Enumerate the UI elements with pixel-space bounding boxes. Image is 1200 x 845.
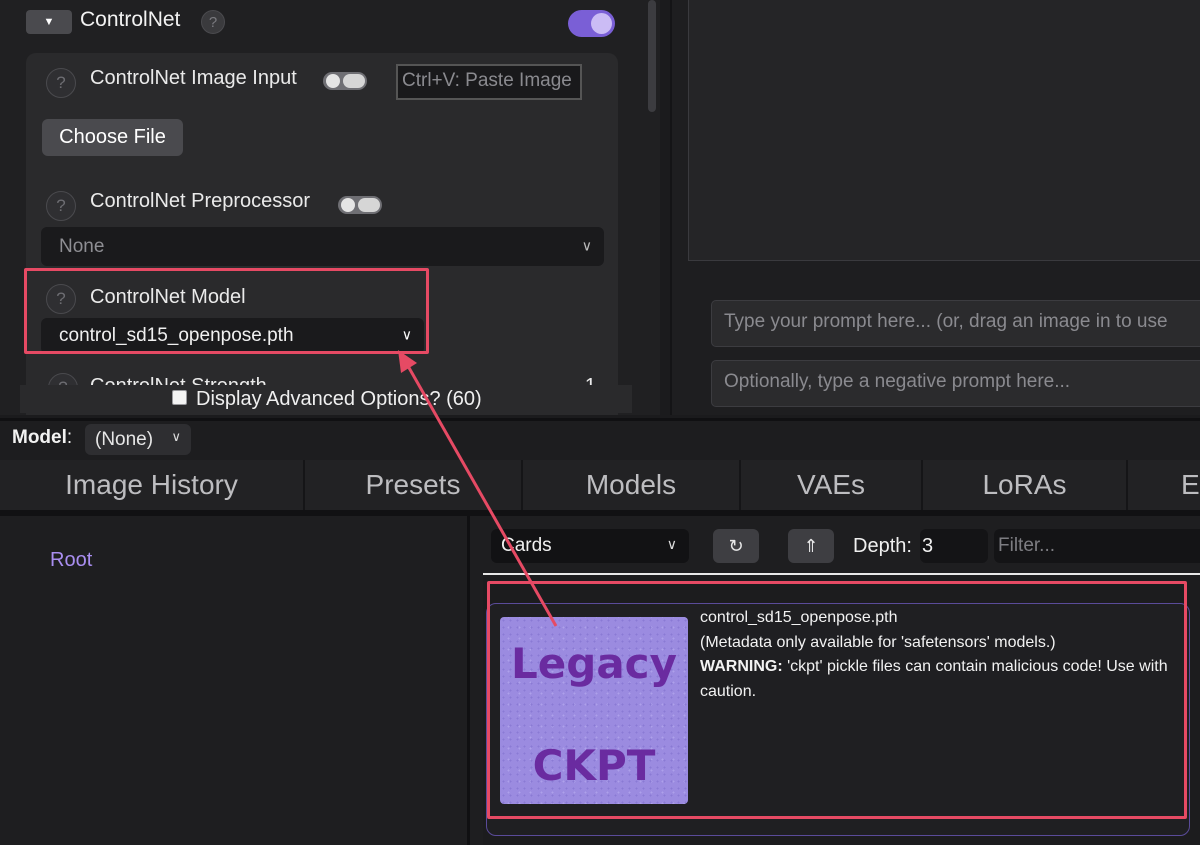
view-mode-select[interactable]: Cards ∨ <box>491 529 689 563</box>
model-label: Model: <box>12 427 73 448</box>
preprocessor-select[interactable]: None ∨ <box>41 227 604 266</box>
preprocessor-toggle[interactable] <box>338 196 382 214</box>
preprocessor-value: None <box>59 235 105 257</box>
tree-root-item[interactable]: Root <box>50 549 92 572</box>
depth-input[interactable]: 3 <box>920 529 988 563</box>
image-input-toggle[interactable] <box>323 72 367 90</box>
refresh-icon: ↻ <box>728 535 744 556</box>
preprocessor-help-icon[interactable]: ? <box>46 191 76 221</box>
model-select[interactable]: (None) ∨ <box>85 424 191 455</box>
chevron-down-icon: ∨ <box>581 237 592 254</box>
image-input-label: ControlNet Image Input <box>90 67 297 89</box>
tab-embeddings[interactable]: E <box>1128 460 1200 510</box>
highlight-box-controlnet-model <box>24 268 429 354</box>
chevron-down-icon: ▼ <box>43 16 55 28</box>
panel-scrollbar[interactable] <box>648 0 656 112</box>
tab-image-history[interactable]: Image History <box>0 460 305 510</box>
advanced-options-checkbox[interactable] <box>172 390 187 405</box>
section-title: ControlNet <box>80 8 181 31</box>
view-mode-value: Cards <box>501 535 552 556</box>
depth-label: Depth: <box>853 535 912 557</box>
advanced-options-label[interactable]: Display Advanced Options? (60) <box>196 388 482 411</box>
image-preview <box>688 0 1200 261</box>
positive-prompt-input[interactable]: Type your prompt here... (or, drag an im… <box>711 300 1200 347</box>
strength-help-icon[interactable]: ? <box>48 373 78 385</box>
chevron-down-icon: ∨ <box>171 429 181 444</box>
strength-value: 1 <box>585 375 596 385</box>
help-icon[interactable]: ? <box>201 10 225 34</box>
chevron-down-icon: ∨ <box>666 536 677 552</box>
tab-vaes[interactable]: VAEs <box>741 460 923 510</box>
tab-models[interactable]: Models <box>523 460 741 510</box>
paste-image-field[interactable]: Ctrl+V: Paste Image <box>396 64 582 100</box>
parent-folder-button[interactable]: ⇑ <box>788 529 834 563</box>
up-arrow-icon: ⇑ <box>803 535 819 556</box>
image-input-help-icon[interactable]: ? <box>46 68 76 98</box>
controlnet-enable-toggle[interactable] <box>568 10 615 37</box>
strength-row: ? ControlNet Strength 1 <box>48 373 608 385</box>
tab-loras[interactable]: LoRAs <box>923 460 1128 510</box>
refresh-button[interactable]: ↻ <box>713 529 759 563</box>
tab-presets[interactable]: Presets <box>305 460 523 510</box>
model-select-value: (None) <box>95 428 154 450</box>
choose-file-button[interactable]: Choose File <box>42 119 183 156</box>
collapse-toggle-button[interactable]: ▼ <box>26 10 72 34</box>
tab-bar: Image History Presets Models VAEs LoRAs … <box>0 460 1200 510</box>
filter-input[interactable]: Filter... <box>994 529 1200 563</box>
highlight-box-model-card <box>487 581 1187 819</box>
preprocessor-label: ControlNet Preprocessor <box>90 190 311 212</box>
negative-prompt-input[interactable]: Optionally, type a negative prompt here.… <box>711 360 1200 407</box>
strength-label: ControlNet Strength <box>90 375 267 385</box>
